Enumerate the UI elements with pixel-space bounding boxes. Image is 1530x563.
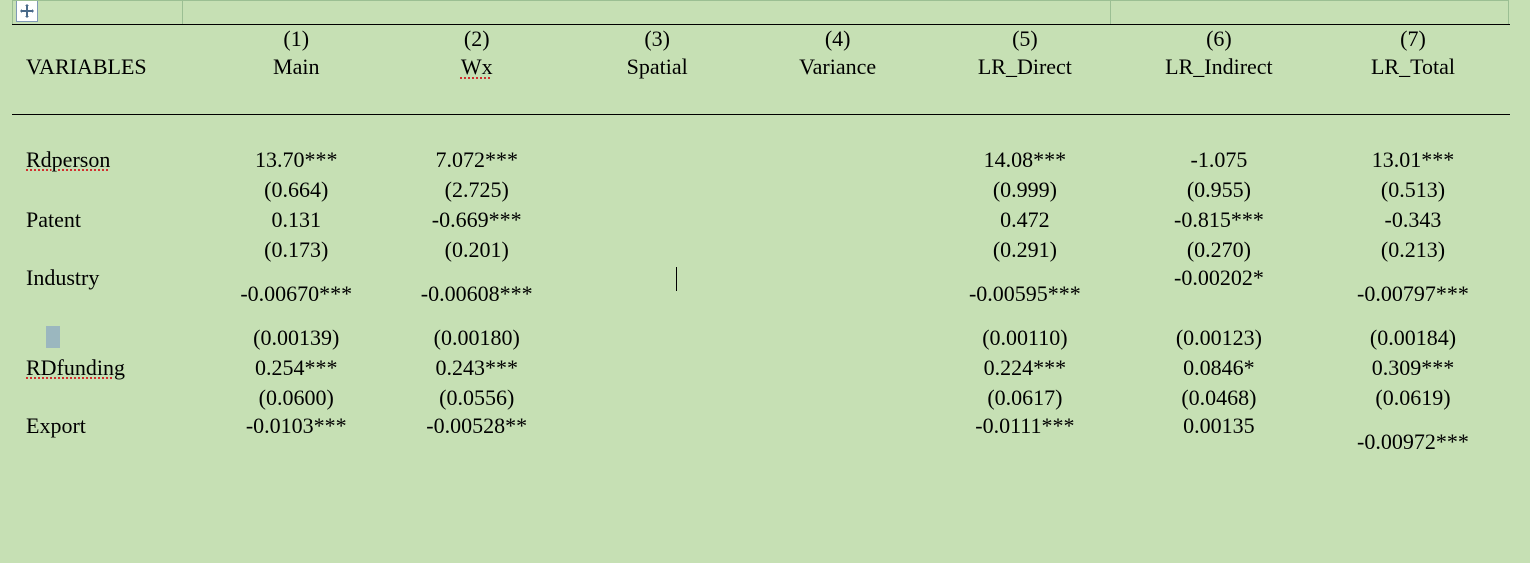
regression-table[interactable]: (1) (2) (3) (4) (5) (6) (7) VARIABLES Ma… — [12, 0, 1510, 471]
table-row: Rdperson 13.70*** 7.072*** 14.08*** -1.0… — [12, 145, 1510, 175]
cell-se: (0.201) — [386, 235, 566, 265]
cell-se: (0.00123) — [1122, 323, 1316, 353]
cell — [747, 265, 927, 323]
table-row: Patent 0.131 -0.669*** 0.472 -0.815*** -… — [12, 205, 1510, 235]
table-row: RDfunding 0.254*** 0.243*** 0.224*** 0.0… — [12, 353, 1510, 383]
col7-name: LR_Total — [1316, 54, 1510, 114]
text-caret-icon — [676, 267, 678, 291]
cell: -0.00608*** — [386, 265, 566, 323]
cell-se: (0.00180) — [386, 323, 566, 353]
col6-name: LR_Indirect — [1122, 54, 1316, 114]
cell-se — [567, 235, 747, 265]
cell: 13.70*** — [206, 145, 386, 175]
cell: 0.472 — [928, 205, 1122, 235]
var-label: Export — [12, 413, 206, 471]
cell: 0.224*** — [928, 353, 1122, 383]
cell: -0.669*** — [386, 205, 566, 235]
cell: 0.00135 — [1122, 413, 1316, 471]
cell-se: (2.725) — [386, 175, 566, 205]
cell-se: (0.955) — [1122, 175, 1316, 205]
col2-name: Wx — [386, 54, 566, 114]
blank-row — [12, 115, 1510, 145]
cell — [747, 413, 927, 471]
col1-num: (1) — [206, 24, 386, 54]
header-model-names-row: VARIABLES Main Wx Spatial Variance LR_Di… — [12, 54, 1510, 114]
variables-label: VARIABLES — [12, 54, 206, 114]
cell: 0.0846* — [1122, 353, 1316, 383]
cell-se: (0.291) — [928, 235, 1122, 265]
cell-se: (0.0556) — [386, 383, 566, 413]
table-row-se: (0.0600) (0.0556) (0.0617) (0.0468) (0.0… — [12, 383, 1510, 413]
cell: -0.00670*** — [206, 265, 386, 323]
cell-se — [747, 383, 927, 413]
cell: 0.243*** — [386, 353, 566, 383]
cell-se — [567, 175, 747, 205]
col5-num: (5) — [928, 24, 1122, 54]
cell-se: (0.00139) — [206, 323, 386, 353]
cell-se — [747, 235, 927, 265]
cell-se — [747, 323, 927, 353]
cell-se: (0.00110) — [928, 323, 1122, 353]
col3-num: (3) — [567, 24, 747, 54]
cell-se: (0.513) — [1316, 175, 1510, 205]
table-top-spacer-row — [12, 0, 1510, 24]
cell-se: (0.0617) — [928, 383, 1122, 413]
var-label: RDfunding — [12, 353, 206, 383]
cell: -0.0103*** — [206, 413, 386, 471]
cell: 13.01*** — [1316, 145, 1510, 175]
header-model-numbers-row: (1) (2) (3) (4) (5) (6) (7) — [12, 24, 1510, 54]
cell: -0.00797*** — [1316, 265, 1510, 323]
cell — [747, 145, 927, 175]
col4-name: Variance — [747, 54, 927, 114]
cell-se: (0.0468) — [1122, 383, 1316, 413]
cell: -0.00528** — [386, 413, 566, 471]
cell — [567, 413, 747, 471]
table-row-se: (0.664) (2.725) (0.999) (0.955) (0.513) — [12, 175, 1510, 205]
cell-se — [747, 175, 927, 205]
cell-se: (0.173) — [206, 235, 386, 265]
cell-se — [567, 323, 747, 353]
cell: -0.00972*** — [1316, 413, 1510, 471]
cell: 14.08*** — [928, 145, 1122, 175]
cell: -0.343 — [1316, 205, 1510, 235]
cell: 7.072*** — [386, 145, 566, 175]
cell: -0.0111*** — [928, 413, 1122, 471]
cell: -0.00202* — [1122, 265, 1316, 323]
cell-se: (0.999) — [928, 175, 1122, 205]
cell — [567, 205, 747, 235]
col4-num: (4) — [747, 24, 927, 54]
col7-num: (7) — [1316, 24, 1510, 54]
cell-se: (0.270) — [1122, 235, 1316, 265]
var-label: Patent — [12, 205, 206, 235]
page-root: (1) (2) (3) (4) (5) (6) (7) VARIABLES Ma… — [0, 0, 1530, 563]
col6-num: (6) — [1122, 24, 1316, 54]
cell: -0.00595*** — [928, 265, 1122, 323]
cell-se: (0.0600) — [206, 383, 386, 413]
table-row: Industry -0.00670*** -0.00608*** -0.0059… — [12, 265, 1510, 323]
cell: -0.815*** — [1122, 205, 1316, 235]
cell — [747, 205, 927, 235]
col2-num: (2) — [386, 24, 566, 54]
cell-se: (0.0619) — [1316, 383, 1510, 413]
table-row-se: (0.00139) (0.00180) (0.00110) (0.00123) … — [12, 323, 1510, 353]
var-label: Industry — [12, 265, 206, 323]
cell[interactable] — [567, 265, 747, 323]
var-label: Rdperson — [12, 145, 206, 175]
col5-name: LR_Direct — [928, 54, 1122, 114]
cell — [567, 145, 747, 175]
cell — [747, 353, 927, 383]
cell-se: (0.00184) — [1316, 323, 1510, 353]
cell-se: (0.664) — [206, 175, 386, 205]
cell — [567, 353, 747, 383]
col3-name: Spatial — [567, 54, 747, 114]
cell: 0.131 — [206, 205, 386, 235]
table-row-se: (0.173) (0.201) (0.291) (0.270) (0.213) — [12, 235, 1510, 265]
cell-se: (0.213) — [1316, 235, 1510, 265]
cell: 0.309*** — [1316, 353, 1510, 383]
col1-name: Main — [206, 54, 386, 114]
cell: -1.075 — [1122, 145, 1316, 175]
cell: 0.254*** — [206, 353, 386, 383]
table-row: Export -0.0103*** -0.00528** -0.0111*** … — [12, 413, 1510, 471]
cell-se — [567, 383, 747, 413]
